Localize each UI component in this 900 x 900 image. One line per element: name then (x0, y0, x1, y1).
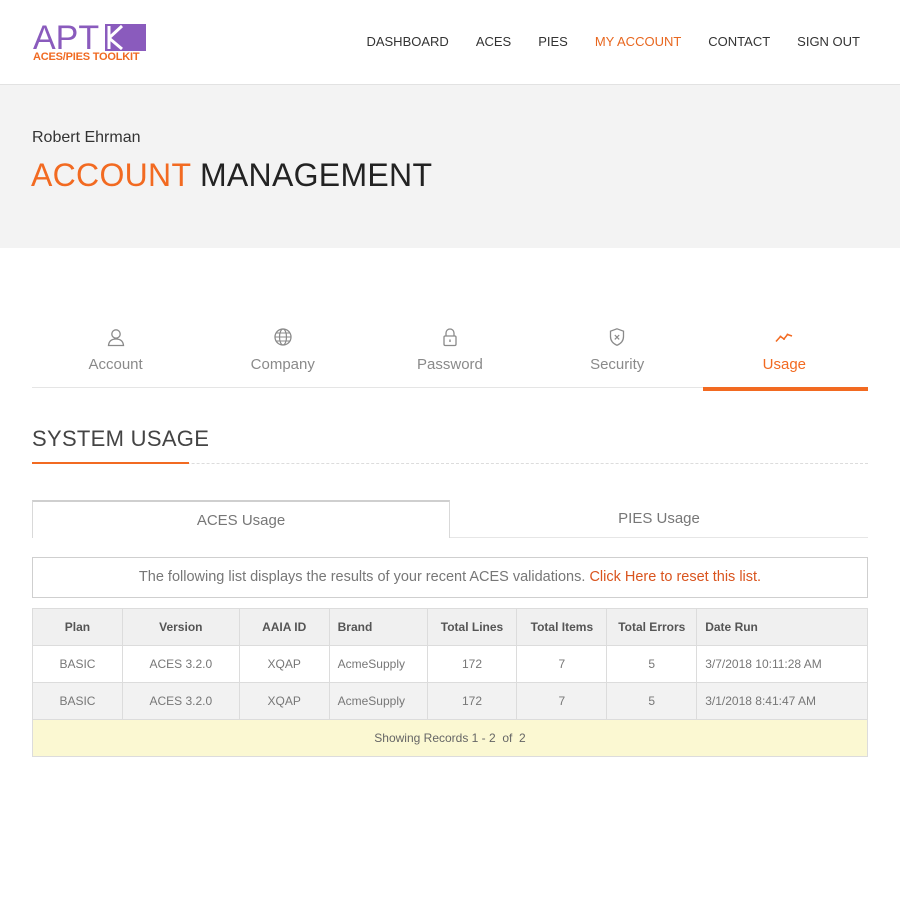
tab-password[interactable]: Password (366, 322, 533, 388)
page-hero: Robert Ehrman ACCOUNT MANAGEMENT (0, 85, 900, 248)
section-underline (32, 462, 189, 464)
globe-icon (274, 328, 292, 346)
logo-k-mark-icon (105, 24, 146, 51)
tab-usage[interactable]: Usage (701, 322, 869, 391)
cell-total-items: 7 (516, 645, 608, 683)
cell-total-errors: 5 (606, 682, 698, 720)
page-title-accent: ACCOUNT (31, 157, 191, 193)
cell-total-errors: 5 (606, 645, 698, 683)
logo-tagline: ACES/PIES TOOLKIT (33, 51, 140, 63)
logo-wordmark: APT (33, 19, 100, 57)
cell-date-run: 3/7/2018 10:11:28 AM (696, 645, 868, 683)
trend-icon (775, 333, 793, 343)
tab-company[interactable]: Company (199, 322, 366, 388)
cell-total-items: 7 (516, 682, 608, 720)
section-title: SYSTEM USAGE (32, 426, 210, 451)
nav-pies[interactable]: PIES (538, 34, 568, 49)
info-text: The following list displays the results … (138, 569, 586, 585)
info-box: The following list displays the results … (32, 557, 868, 598)
apt-logo[interactable]: APT ACES/PIES TOOLKIT (33, 19, 153, 66)
column-header[interactable]: Total Lines (426, 608, 518, 646)
user-icon (107, 329, 124, 347)
tab-label: Security (590, 356, 645, 373)
records-count: Showing Records 1 - 2 of 2 (32, 719, 868, 757)
column-header[interactable]: Date Run (696, 608, 868, 646)
cell-date-run: 3/1/2018 8:41:47 AM (696, 682, 868, 720)
cell-brand: AcmeSupply (328, 682, 428, 720)
column-header[interactable]: Brand (328, 608, 428, 646)
tab-label: Account (88, 356, 143, 373)
column-header[interactable]: AAIA ID (238, 608, 330, 646)
nav-my-account[interactable]: MY ACCOUNT (595, 34, 681, 49)
nav-sign-out[interactable]: SIGN OUT (797, 34, 860, 49)
cell-version: ACES 3.2.0 (121, 682, 240, 720)
cell-plan: BASIC (32, 682, 123, 720)
tab-label: Password (417, 356, 483, 373)
subtab-pies-usage[interactable]: PIES Usage (450, 500, 868, 538)
column-header[interactable]: Plan (32, 608, 123, 646)
nav-dashboard[interactable]: DASHBOARD (366, 34, 448, 49)
subtab-aces-usage[interactable]: ACES Usage (32, 500, 450, 538)
column-header[interactable]: Total Items (516, 608, 608, 646)
usage-subtabs: ACES Usage PIES Usage (32, 500, 868, 538)
table-row: BASIC ACES 3.2.0 XQAP AcmeSupply 172 7 5… (32, 682, 868, 720)
tab-label: Usage (762, 356, 807, 373)
page-title-rest: MANAGEMENT (199, 157, 433, 193)
top-header: APT ACES/PIES TOOLKIT DASHBOARD ACES PIE… (0, 0, 900, 85)
table-row: BASIC ACES 3.2.0 XQAP AcmeSupply 172 7 5… (32, 645, 868, 683)
cell-aaia-id: XQAP (238, 682, 330, 720)
cell-total-lines: 172 (426, 645, 518, 683)
cell-aaia-id: XQAP (238, 645, 330, 683)
column-header[interactable]: Version (121, 608, 240, 646)
cell-plan: BASIC (32, 645, 123, 683)
nav-aces[interactable]: ACES (476, 34, 511, 49)
user-name: Robert Ehrman (32, 129, 141, 146)
tab-account[interactable]: Account (32, 322, 199, 388)
table-footer-row: Showing Records 1 - 2 of 2 (32, 719, 868, 757)
cell-brand: AcmeSupply (328, 645, 428, 683)
page-title: ACCOUNT MANAGEMENT (31, 157, 432, 194)
usage-table: Plan Version AAIA ID Brand Total Lines T… (32, 608, 868, 757)
table-header-row: Plan Version AAIA ID Brand Total Lines T… (32, 608, 868, 646)
account-tabs: Account Company Password Security Usage (32, 322, 869, 391)
column-header[interactable]: Total Errors (606, 608, 698, 646)
cell-total-lines: 172 (426, 682, 518, 720)
reset-list-link[interactable]: Click Here to reset this list. (589, 569, 761, 585)
main-nav: DASHBOARD ACES PIES MY ACCOUNT CONTACT S… (339, 34, 860, 49)
cell-version: ACES 3.2.0 (121, 645, 240, 683)
shield-icon (610, 328, 625, 347)
tab-security[interactable]: Security (534, 322, 701, 388)
tab-label: Company (250, 356, 315, 373)
lock-icon (443, 328, 457, 347)
nav-contact[interactable]: CONTACT (708, 34, 770, 49)
